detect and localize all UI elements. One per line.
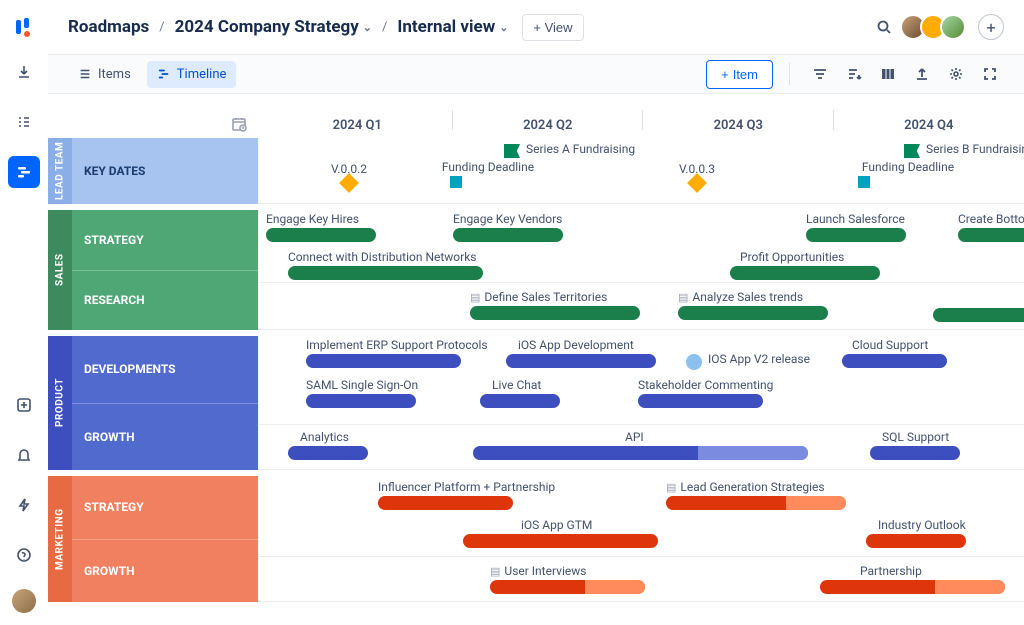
bar-item[interactable]: ▤User Interviews (490, 564, 645, 594)
bar-item[interactable]: iOS App GTM (463, 518, 658, 548)
bar-item[interactable]: Engage Key Hires (266, 212, 376, 242)
chevron-down-icon: ⌄ (363, 21, 372, 34)
bar-item[interactable]: Analytics (288, 430, 368, 460)
roadmap-icon[interactable] (8, 156, 40, 188)
bar-item[interactable]: ▤Analyze Sales trends (678, 290, 828, 320)
lane-product: PRODUCT DEVELOPMENTS GROWTH Implement ER… (48, 336, 1024, 470)
gear-icon[interactable] (942, 60, 970, 88)
doc-icon: ▤ (666, 481, 676, 494)
milestone-flag[interactable]: Series A Fundraising (504, 144, 520, 158)
bolt-icon[interactable] (8, 489, 40, 521)
help-icon[interactable] (8, 539, 40, 571)
bar-item[interactable]: Stakeholder Commenting (638, 378, 773, 408)
chevron-down-icon: ⌄ (499, 21, 508, 34)
subcategory[interactable]: GROWTH (72, 539, 258, 603)
milestone-diamond[interactable]: V.0.0.2 (342, 176, 356, 190)
doc-icon: ▤ (490, 565, 500, 578)
bar-item[interactable]: Influencer Platform + Partnership (378, 480, 555, 510)
left-rail (0, 0, 48, 625)
subcategory[interactable]: RESEARCH (72, 270, 258, 331)
bar-item[interactable]: ▤Lead Generation Strategies (666, 480, 846, 510)
export-icon[interactable] (908, 60, 936, 88)
lane-sales: SALES STRATEGY RESEARCH Engage Key Hires… (48, 210, 1024, 330)
doc-icon: ▤ (470, 291, 480, 304)
import-icon[interactable] (8, 56, 40, 88)
quarter-header: 2024 Q1 2024 Q2 2024 Q3 2024 Q4 (262, 94, 1024, 138)
breadcrumb-root[interactable]: Roadmaps (68, 17, 149, 37)
subcategory[interactable]: STRATEGY (72, 476, 258, 539)
category-spine: PRODUCT (48, 336, 72, 470)
bar-item[interactable]: Engage Key Vendors (453, 212, 563, 242)
subcategory[interactable]: GROWTH (72, 403, 258, 471)
bar-item[interactable]: Implement ERP Support Protocols (306, 338, 488, 368)
milestone-diamond[interactable]: V.0.0.3 (690, 176, 704, 190)
search-icon[interactable] (870, 13, 898, 41)
tab-timeline[interactable]: Timeline (147, 61, 237, 88)
quarter-cell: 2024 Q2 (453, 94, 644, 138)
toolbar: Items Timeline + Item (48, 54, 1024, 94)
collaborator-avatars[interactable] (906, 14, 966, 40)
timeline-canvas[interactable]: 2024 Q1 2024 Q2 2024 Q3 2024 Q4 LEAD TEA… (48, 94, 1024, 625)
bar-item[interactable]: Industry Outlook (866, 518, 966, 548)
add-view-button[interactable]: + View (522, 14, 583, 41)
user-avatar[interactable] (12, 589, 36, 613)
bar-item[interactable]: Launch Salesforce (806, 212, 906, 242)
quarter-cell: 2024 Q3 (643, 94, 834, 138)
milestone-circle[interactable]: IOS App V2 release (686, 354, 702, 370)
subcategory[interactable]: KEY DATES (72, 138, 258, 204)
category-spine: LEAD TEAM (48, 138, 72, 204)
add-square-icon[interactable] (8, 389, 40, 421)
bar-item[interactable]: Profit Opportunities (730, 250, 880, 280)
bar-item[interactable] (933, 290, 1024, 322)
bar-item[interactable]: Cloud Support (842, 338, 947, 368)
subcategory[interactable]: DEVELOPMENTS (72, 336, 258, 403)
filter-icon[interactable] (806, 60, 834, 88)
bell-icon[interactable] (8, 439, 40, 471)
list-icon[interactable] (8, 106, 40, 138)
milestone-square[interactable]: Funding Deadline (450, 176, 462, 188)
calendar-icon[interactable] (231, 116, 247, 136)
app-logo[interactable] (14, 18, 34, 38)
breadcrumb-l1[interactable]: 2024 Company Strategy ⌄ (175, 17, 372, 37)
category-spine: SALES (48, 210, 72, 330)
columns-icon[interactable] (874, 60, 902, 88)
bar-item[interactable]: SQL Support (870, 430, 960, 460)
fullscreen-icon[interactable] (976, 60, 1004, 88)
bar-item[interactable]: Partnership (820, 564, 1005, 594)
bar-item[interactable]: ▤Define Sales Territories (470, 290, 640, 320)
milestone-square[interactable]: Funding Deadline (858, 176, 870, 188)
bar-item[interactable]: Create Bottom u (958, 212, 1024, 242)
quarter-cell: 2024 Q4 (834, 94, 1024, 138)
lane-lead-team: LEAD TEAM KEY DATES Series A Fundraising… (48, 138, 1024, 204)
add-user-button[interactable]: + (978, 14, 1004, 40)
milestone-flag[interactable]: Series B Fundraising (904, 144, 920, 158)
doc-icon: ▤ (678, 291, 688, 304)
tab-items[interactable]: Items (68, 61, 141, 88)
sort-icon[interactable] (840, 60, 868, 88)
bar-item[interactable]: API (473, 430, 808, 460)
breadcrumb-l2[interactable]: Internal view ⌄ (397, 17, 508, 37)
bar-item[interactable]: SAML Single Sign-On (306, 378, 418, 408)
category-spine: MARKETING (48, 476, 72, 602)
bar-item[interactable]: iOS App Development (506, 338, 656, 368)
bar-item[interactable]: Live Chat (480, 378, 560, 408)
header: Roadmaps / 2024 Company Strategy ⌄ / Int… (48, 0, 1024, 54)
quarter-cell: 2024 Q1 (262, 94, 453, 138)
add-item-button[interactable]: + Item (706, 60, 773, 89)
subcategory[interactable]: STRATEGY (72, 210, 258, 270)
lane-marketing: MARKETING STRATEGY GROWTH Influencer Pla… (48, 476, 1024, 602)
avatar[interactable] (940, 14, 966, 40)
bar-item[interactable]: Connect with Distribution Networks (288, 250, 483, 280)
